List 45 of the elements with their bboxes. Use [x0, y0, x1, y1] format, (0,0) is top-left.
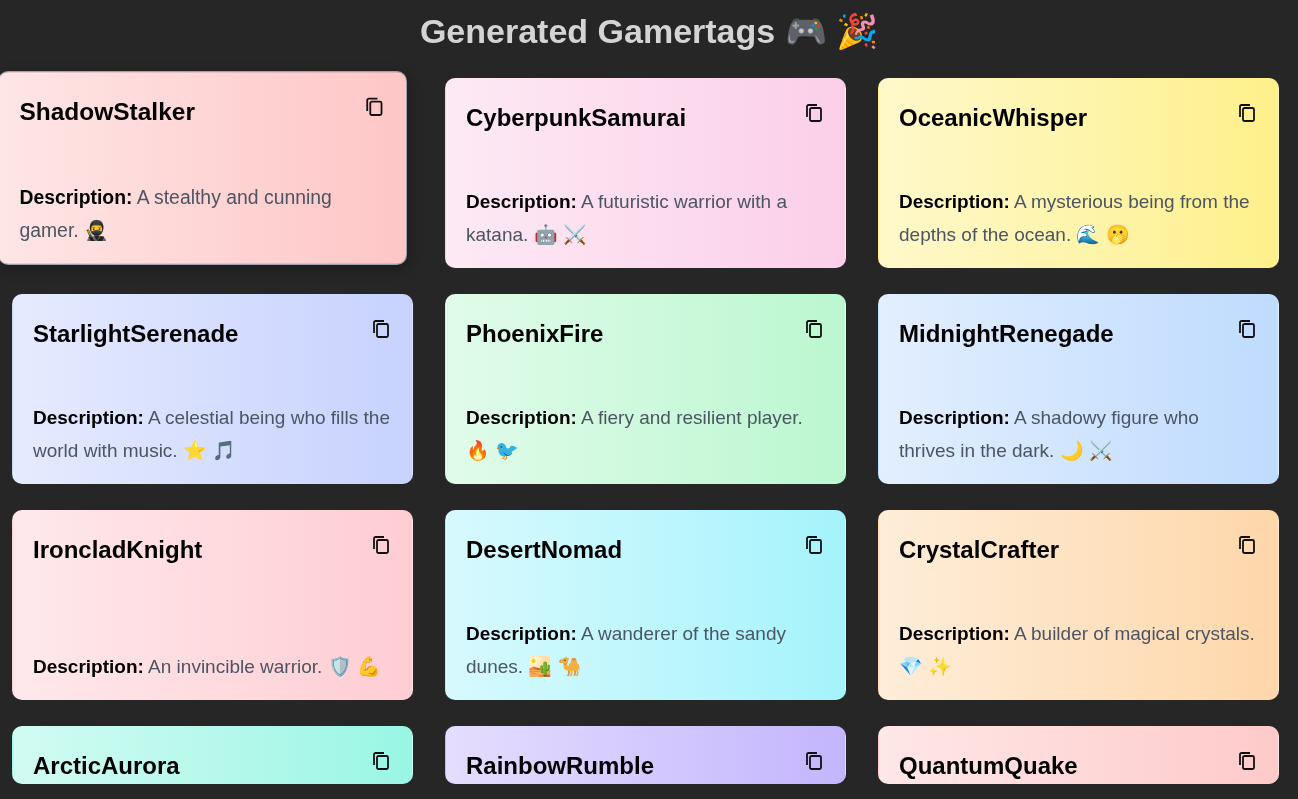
gamertag-name: CyberpunkSamurai — [466, 103, 687, 133]
copy-icon — [1238, 751, 1256, 771]
page-title: Generated Gamertags 🎮 🎉 — [418, 11, 880, 52]
copy-button[interactable] — [803, 101, 825, 125]
copy-icon — [805, 319, 823, 339]
gamertag-description: Description: A mysterious being from the depths of the ocean. 🌊 🫢 — [899, 190, 1251, 247]
copy-icon — [1238, 319, 1256, 339]
gamertag-description: Description: A wanderer of the sandy dunes. 🏜 🐪 — [466, 622, 787, 679]
copy-button[interactable] — [370, 749, 392, 773]
gamertag-name: StarlightSerenade — [33, 319, 239, 349]
gamertag-name: ShadowStalker — [19, 96, 195, 128]
gamertag-name: DesertNomad — [466, 535, 623, 565]
copy-icon — [805, 103, 823, 123]
gamertag-name: QuantumQuake — [899, 751, 1078, 781]
copy-button[interactable] — [1236, 101, 1258, 125]
copy-button[interactable] — [803, 317, 825, 341]
copy-button[interactable] — [803, 749, 825, 773]
copy-button[interactable] — [370, 317, 392, 341]
copy-button[interactable] — [803, 533, 825, 557]
copy-icon — [805, 535, 823, 555]
gamertag-description: Description: An invincible warrior. 🛡 💪 — [33, 655, 382, 679]
copy-icon — [1238, 103, 1256, 123]
copy-button[interactable] — [1236, 533, 1258, 557]
copy-icon — [372, 535, 390, 555]
gamertag-description: Description: A shadowy figure who thrives in the dark. 🌙 ⚔ — [899, 406, 1200, 463]
copy-icon — [1238, 535, 1256, 555]
gamertag-name: PhoenixFire — [466, 319, 604, 349]
gamertag-description: Description: A celestial being who fills the world with music. ⭐ 🎵 — [33, 406, 391, 463]
gamertag-description: Description: A stealthy and cunning gamer. 🥷 — [19, 185, 333, 244]
copy-icon — [805, 751, 823, 771]
gamertag-name: MidnightRenegade — [899, 319, 1114, 349]
gamertag-description: Description: A builder of magical crystals. 💎 ✨ — [899, 622, 1256, 679]
gamertag-description: Description: A futuristic warrior with a katana. 🤖 ⚔ — [466, 190, 788, 247]
copy-icon — [372, 751, 390, 771]
copy-button[interactable] — [1236, 749, 1258, 773]
gamertag-description: Description: A fiery and resilient player. 🔥 🐦 — [466, 406, 804, 463]
gamertag-name: OceanicWhisper — [899, 103, 1088, 133]
gamertag-name: RainbowRumble — [466, 751, 654, 781]
copy-button[interactable] — [1236, 317, 1258, 341]
gamertag-name: ArcticAurora — [33, 751, 180, 781]
copy-icon — [372, 319, 390, 339]
copy-icon — [365, 96, 384, 117]
gamertag-name: CrystalCrafter — [899, 535, 1060, 565]
gamertag-name: IroncladKnight — [33, 535, 203, 565]
copy-button[interactable] — [370, 533, 392, 557]
